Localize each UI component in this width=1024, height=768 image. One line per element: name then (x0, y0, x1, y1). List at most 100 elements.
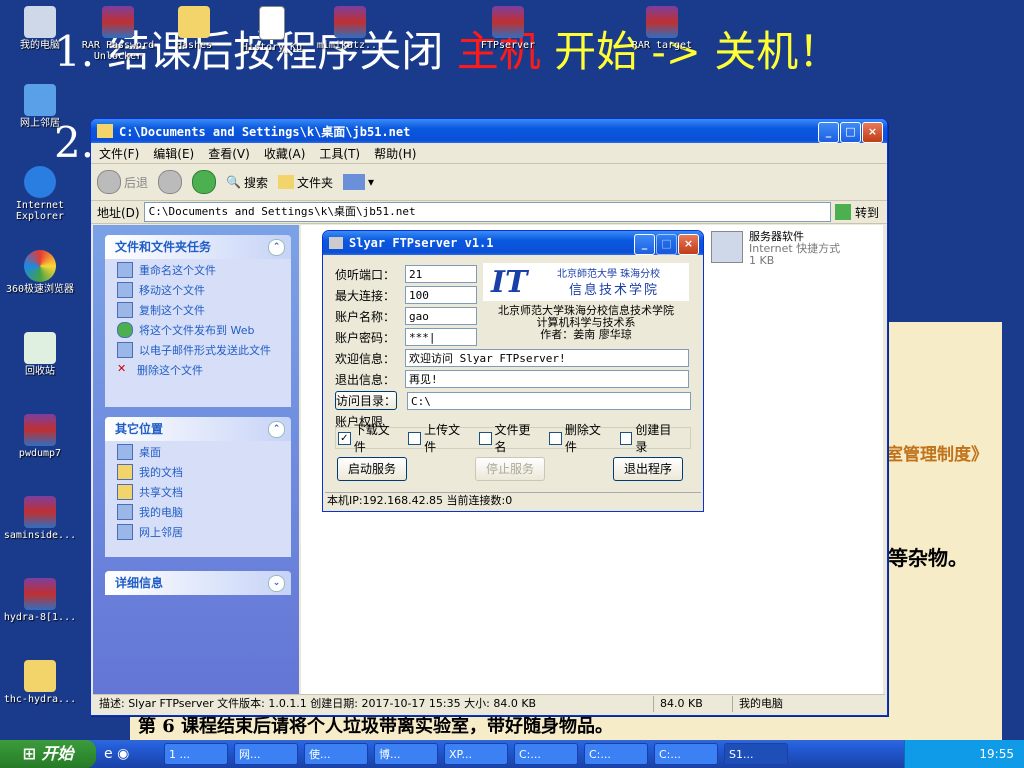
views-button[interactable]: ▾ (343, 174, 374, 190)
menu-help[interactable]: 帮助(H) (374, 145, 416, 162)
checkbox-empty (619, 431, 633, 445)
taskbar-item-network[interactable]: 网... (234, 743, 298, 765)
ftp-title: Slyar FTPserver v1.1 (349, 236, 494, 250)
explorer-statusbar: 描述: Slyar FTPserver 文件版本: 1.0.1.1 创建日期: … (93, 694, 885, 713)
ie-icon[interactable]: e (104, 746, 113, 762)
desktop-icon-mimikatz[interactable]: mimikatz... (310, 6, 390, 51)
search-button[interactable]: 🔍 搜索 (226, 174, 268, 191)
desktop-icon-thc-hydra[interactable]: thc-hydra... (0, 660, 80, 705)
taskbar-item-use[interactable]: 使... (304, 743, 368, 765)
perm-upload-checkbox[interactable]: 上传文件 (408, 421, 470, 455)
collapse-chevron-icon[interactable]: ⌃ (268, 421, 285, 438)
close-button[interactable]: × (862, 122, 883, 143)
welcome-message-input[interactable]: 欢迎访问 Slyar FTPserver! (405, 349, 689, 367)
explorer-titlebar[interactable]: C:\Documents and Settings\k\桌面\jb51.net (91, 119, 887, 143)
delete-x-icon: ✕ (117, 362, 127, 375)
menu-view[interactable]: 查看(V) (208, 145, 250, 162)
back-button[interactable]: 后退 (97, 170, 148, 194)
desktop-icon-rar-password-unlocker[interactable]: RAR Password Unlocker (78, 6, 158, 62)
rename-icon (117, 262, 133, 278)
ftp-minimize-button[interactable]: _ (634, 234, 655, 255)
start-button[interactable]: ⊞ 开始 (0, 740, 96, 768)
clock[interactable]: 19:55 (979, 747, 1014, 761)
folders-button[interactable]: 文件夹 (277, 174, 333, 191)
exit-program-button[interactable]: 退出程序 (613, 457, 683, 481)
place-desktop[interactable]: 桌面 (105, 441, 291, 461)
expand-chevron-icon[interactable]: ⌄ (268, 575, 285, 592)
rar-icon (102, 6, 134, 38)
globe-icon (117, 322, 133, 338)
menu-edit[interactable]: 编辑(E) (153, 145, 194, 162)
desktop-icon-saminside[interactable]: saminside... (0, 496, 80, 541)
place-shared-documents[interactable]: 共享文档 (105, 481, 291, 501)
menu-favorites[interactable]: 收藏(A) (264, 145, 306, 162)
place-my-computer[interactable]: 我的电脑 (105, 501, 291, 521)
back-arrow-icon (97, 170, 121, 194)
place-my-documents[interactable]: 我的文档 (105, 461, 291, 481)
port-row: 侦听端口： 21 (335, 265, 477, 283)
desktop-icon-network[interactable]: 网上邻居 (0, 84, 80, 129)
browse-dir-button[interactable]: 访问目录： (335, 391, 397, 410)
start-service-button[interactable]: 启动服务 (337, 457, 407, 481)
browser-icon[interactable]: ◉ (117, 746, 129, 762)
perm-download-checkbox[interactable]: ✓ 下载文件 (338, 421, 400, 455)
taskbar-item-slyar[interactable]: S1... (724, 743, 788, 765)
file-tasks-header[interactable]: 文件和文件夹任务 ⌃ (105, 235, 291, 259)
desktop-icon-my-computer[interactable]: 我的电脑 (0, 6, 80, 51)
perm-delete-checkbox[interactable]: 删除文件 (549, 421, 611, 455)
folder-icon (97, 124, 113, 138)
address-input[interactable]: C:\Documents and Settings\k\桌面\jb51.net (143, 202, 831, 222)
desktop-icon-recycle-bin[interactable]: 回收站 (0, 332, 80, 377)
menu-tools[interactable]: 工具(T) (319, 145, 360, 162)
maximize-button[interactable]: □ (840, 122, 861, 143)
menu-file[interactable]: 文件(F) (99, 145, 139, 162)
username-input[interactable]: gao (405, 307, 477, 325)
port-input[interactable]: 21 (405, 265, 477, 283)
up-button[interactable] (192, 170, 217, 194)
task-publish[interactable]: 将这个文件发布到 Web (105, 319, 291, 339)
desktop-icon-pwdump7[interactable]: pwdump7 (0, 414, 80, 459)
max-connections-input[interactable]: 100 (405, 286, 477, 304)
folder-icon (117, 464, 133, 480)
checkbox-checked: ✓ (338, 431, 351, 445)
task-copy[interactable]: 复制这个文件 (105, 299, 291, 319)
other-places-header[interactable]: 其它位置 ⌃ (105, 417, 291, 441)
go-button[interactable]: 转到 (855, 204, 879, 221)
task-email[interactable]: 以电子邮件形式发送此文件 (105, 339, 291, 359)
taskbar-item-xp[interactable]: XP... (444, 743, 508, 765)
desktop-icon-history[interactable]: History_Ku (232, 6, 312, 53)
rar-icon (646, 6, 678, 38)
desktop-icon-ie[interactable]: Internet Explorer (0, 166, 80, 222)
desktop-icon-360-browser[interactable]: 360极速浏览器 (0, 250, 80, 295)
browser-icon (24, 250, 56, 282)
task-rename[interactable]: 重命名这个文件 (105, 259, 291, 279)
perm-mkdir-checkbox[interactable]: 创建目录 (619, 421, 682, 455)
details-header[interactable]: 详细信息 ⌄ (105, 571, 291, 595)
explorer-menubar: 文件(F) 编辑(E) 查看(V) 收藏(A) 工具(T) 帮助(H) (91, 143, 887, 164)
ftp-close-button[interactable]: × (678, 234, 699, 255)
taskbar-item-folder-2[interactable]: C:... (654, 743, 718, 765)
taskbar-item-cmd[interactable]: C:... (514, 743, 578, 765)
network-icon (117, 524, 133, 540)
collapse-chevron-icon[interactable]: ⌃ (268, 239, 285, 256)
desktop-icon-ftpserver[interactable]: FTPserver (468, 6, 548, 51)
taskbar-item-word[interactable]: 1 ... (164, 743, 228, 765)
exit-message-input[interactable]: 再见! (405, 370, 689, 388)
task-delete[interactable]: ✕ 删除这个文件 (105, 359, 291, 379)
desktop-icon-hydra[interactable]: hydra-8[1... (0, 578, 80, 623)
explorer-toolbar: 后退 🔍 搜索 文件夹 ▾ (91, 164, 887, 201)
minimize-button[interactable]: _ (818, 122, 839, 143)
file-item-server-software[interactable]: 服务器软件 Internet 快捷方式 1 KB (711, 231, 840, 267)
task-move[interactable]: 移动这个文件 (105, 279, 291, 299)
forward-arrow-icon (158, 170, 183, 194)
status-description: 描述: Slyar FTPserver 文件版本: 1.0.1.1 创建日期: … (93, 696, 654, 712)
password-input[interactable]: ***| (405, 328, 477, 346)
place-network[interactable]: 网上邻居 (105, 521, 291, 541)
desktop-icon-rar-target[interactable]: RAR target (622, 6, 702, 51)
desktop-icon-hashes[interactable]: Hashes (154, 6, 234, 51)
directory-input[interactable]: C:\ (407, 391, 691, 410)
taskbar-item-blog[interactable]: 博... (374, 743, 438, 765)
forward-button[interactable] (158, 170, 183, 194)
perm-rename-checkbox[interactable]: 文件更名 (478, 421, 541, 455)
taskbar-item-folder-1[interactable]: C:... (584, 743, 648, 765)
